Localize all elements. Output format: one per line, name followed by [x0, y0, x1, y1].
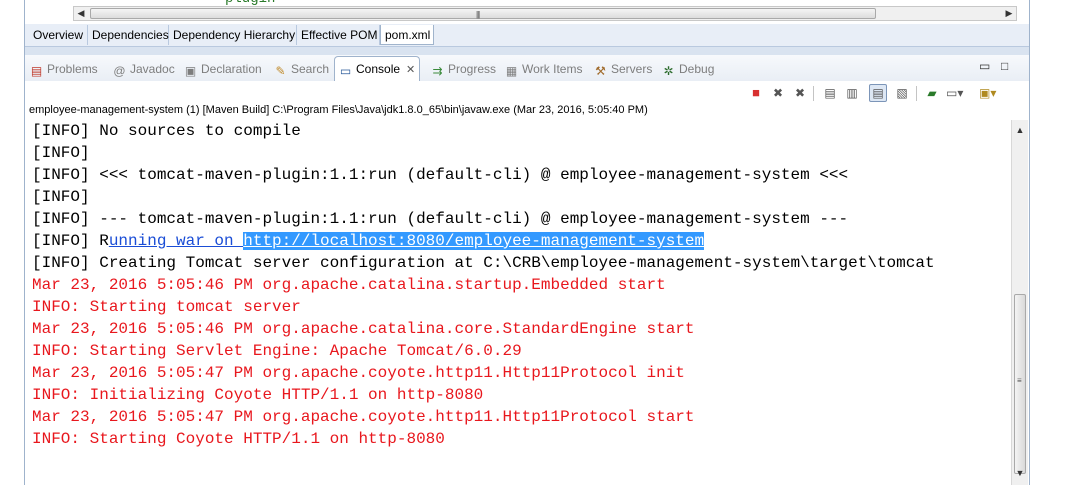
- console-toolbar: ■ ✖ ✖ ▤ ▥ ▤ ▧ ▰ ▭▾ ▣▾: [25, 81, 1029, 105]
- console-line: [INFO]: [32, 144, 90, 162]
- tab-servers[interactable]: ⚒ Servers: [594, 59, 652, 79]
- minimize-icon[interactable]: ▭: [979, 59, 990, 73]
- tab-label: Work Items: [522, 62, 583, 76]
- console-error-line: INFO: Starting Servlet Engine: Apache To…: [32, 342, 522, 360]
- tab-label: Javadoc: [130, 62, 175, 76]
- scroll-thumb[interactable]: ≡: [1014, 294, 1026, 474]
- scroll-up-arrow-icon[interactable]: ▲: [1012, 122, 1028, 138]
- console-error-line: INFO: Starting tomcat server: [32, 298, 301, 316]
- toolbar-separator: [916, 86, 917, 101]
- tab-label: Problems: [47, 62, 98, 76]
- clear-console-icon[interactable]: ▤: [822, 85, 838, 101]
- console-error-line: INFO: Initializing Coyote HTTP/1.1 on ht…: [32, 386, 484, 404]
- scroll-lock-icon[interactable]: ▥: [844, 85, 860, 101]
- tab-console[interactable]: ▭ Console ✕: [334, 56, 421, 81]
- tab-label: Servers: [611, 62, 653, 76]
- console-icon: ▭: [339, 64, 352, 78]
- remove-launch-icon[interactable]: ✖: [770, 85, 786, 101]
- tab-dependency-hierarchy[interactable]: Dependency Hierarchy: [169, 25, 297, 45]
- editor-area: plugin ◀ ||| ▶: [25, 0, 1029, 24]
- view-tab-bar: ▤ Problems @ Javadoc ▣ Declaration ✎ Search …: [25, 55, 1029, 81]
- console-error-line: Mar 23, 2016 5:05:46 PM org.apache.catal…: [32, 276, 666, 294]
- tab-debug[interactable]: ✲ Debug: [662, 59, 714, 79]
- scroll-left-arrow-icon[interactable]: ◀: [74, 7, 88, 20]
- tab-label: Search: [291, 62, 330, 76]
- tab-pom-xml[interactable]: pom.xml: [380, 25, 434, 45]
- panel-separator: [25, 47, 1029, 55]
- console-line: [INFO] <<< tomcat-maven-plugin:1.1:run (…: [32, 166, 849, 184]
- show-on-output-icon[interactable]: ▤: [869, 84, 887, 102]
- progress-icon: ⇉: [432, 64, 443, 78]
- tab-dependencies[interactable]: Dependencies: [88, 25, 169, 45]
- pom-editor-tabs: Overview Dependencies Dependency Hierarc…: [25, 24, 1029, 47]
- tab-label: Declaration: [201, 62, 262, 76]
- localhost-url-link[interactable]: http://localhost:8080/employee-managemen…: [243, 232, 705, 250]
- show-on-error-icon[interactable]: ▧: [894, 85, 910, 101]
- console-line-prefix: [INFO] R: [32, 232, 109, 250]
- console-line: [INFO]: [32, 188, 90, 206]
- scroll-thumb[interactable]: |||: [90, 8, 876, 19]
- tab-label: Console: [356, 62, 401, 76]
- work-items-icon: ▦: [505, 64, 518, 78]
- console-line: [INFO] Creating Tomcat server configurat…: [32, 254, 935, 272]
- search-icon: ✎: [275, 64, 286, 78]
- grip-icon: |||: [476, 10, 480, 19]
- grip-icon: ≡: [1017, 376, 1022, 385]
- tab-progress[interactable]: ⇉ Progress: [431, 59, 496, 79]
- declaration-icon: ▣: [184, 64, 197, 78]
- tab-declaration[interactable]: ▣ Declaration: [184, 59, 262, 79]
- console-vertical-scrollbar[interactable]: ▲ ≡ ▼: [1011, 120, 1028, 485]
- console-error-line: Mar 23, 2016 5:05:46 PM org.apache.catal…: [32, 320, 695, 338]
- tab-label: Progress: [448, 62, 497, 76]
- tab-effective-pom[interactable]: Effective POM: [297, 25, 380, 45]
- maximize-icon[interactable]: □: [1001, 59, 1008, 73]
- close-icon[interactable]: ✕: [406, 64, 415, 76]
- tab-overview[interactable]: Overview: [29, 25, 88, 45]
- console-error-line: Mar 23, 2016 5:05:47 PM org.apache.coyot…: [32, 364, 685, 382]
- javadoc-icon: @: [113, 64, 126, 78]
- scroll-down-arrow-icon[interactable]: ▼: [1012, 465, 1028, 481]
- tab-label: Debug: [679, 62, 715, 76]
- pin-console-icon[interactable]: ▰: [924, 85, 940, 101]
- eclipse-window: plugin ◀ ||| ▶ Overview Dependencies Dep…: [24, 0, 1030, 485]
- console-line: [INFO] No sources to compile: [32, 122, 301, 140]
- terminate-icon[interactable]: ■: [748, 85, 764, 101]
- console-line-running-war: [INFO] Running war on http://localhost:8…: [32, 230, 705, 252]
- tab-javadoc[interactable]: @ Javadoc: [113, 59, 175, 79]
- running-war-text: unning war on: [108, 232, 244, 250]
- tab-search[interactable]: ✎ Search: [274, 59, 329, 79]
- tab-work-items[interactable]: ▦ Work Items: [505, 59, 583, 79]
- open-console-icon[interactable]: ▣▾: [979, 85, 996, 101]
- console-error-line: INFO: Starting Coyote HTTP/1.1 on http-8…: [32, 430, 445, 448]
- debug-icon: ✲: [663, 64, 674, 78]
- display-selected-console-icon[interactable]: ▭▾: [946, 85, 963, 101]
- remove-all-terminated-icon[interactable]: ✖: [792, 85, 808, 101]
- console-line: [INFO] --- tomcat-maven-plugin:1.1:run (…: [32, 210, 849, 228]
- launch-description: employee-management-system (1) [Maven Bu…: [29, 104, 648, 116]
- tab-problems[interactable]: ▤ Problems: [30, 59, 98, 79]
- editor-horizontal-scrollbar[interactable]: ◀ ||| ▶: [73, 6, 1017, 21]
- console-output[interactable]: [INFO] No sources to compile [INFO] [INF…: [25, 120, 1011, 485]
- toolbar-separator: [813, 86, 814, 101]
- scroll-right-arrow-icon[interactable]: ▶: [1002, 7, 1016, 20]
- console-error-line: Mar 23, 2016 5:05:47 PM org.apache.coyot…: [32, 408, 695, 426]
- servers-icon: ⚒: [595, 64, 606, 78]
- problems-icon: ▤: [30, 64, 43, 78]
